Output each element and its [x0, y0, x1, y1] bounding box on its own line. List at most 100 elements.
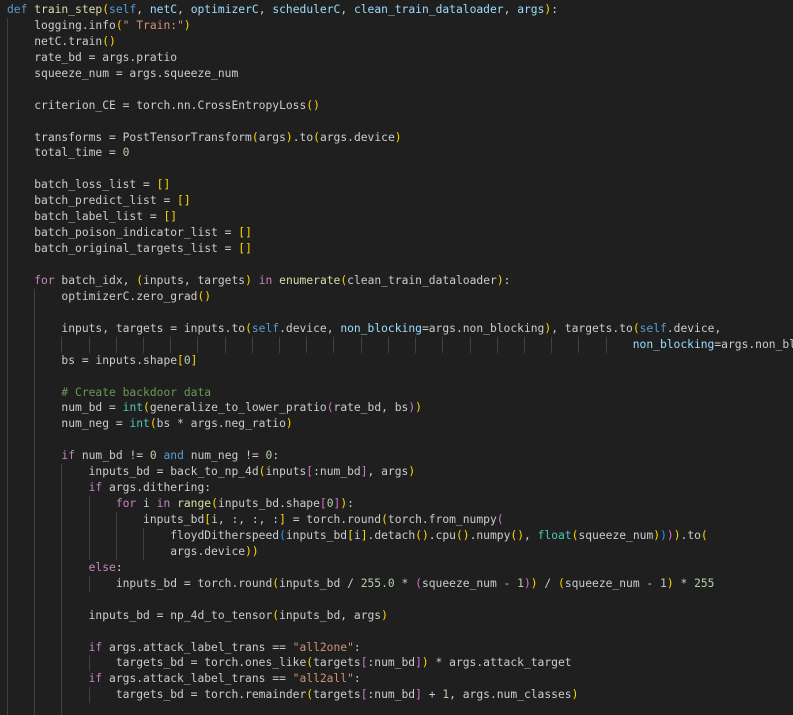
code-line[interactable]: batch_label_list = [] — [7, 209, 793, 226]
code-token: ( — [245, 321, 252, 335]
code-line[interactable] — [7, 623, 793, 640]
indent-guide — [61, 543, 63, 560]
code-token: "all2all" — [292, 672, 354, 686]
indent-guide — [551, 336, 553, 353]
code-line[interactable] — [7, 257, 793, 273]
code-line[interactable] — [7, 113, 793, 130]
indent-guide — [34, 559, 36, 576]
code-line[interactable] — [7, 81, 793, 98]
indent-guide — [88, 655, 90, 672]
code-token: ( — [496, 513, 504, 526]
indent-guide — [34, 432, 36, 449]
indent-guide — [34, 304, 36, 321]
code-token: 1 — [517, 576, 524, 590]
code-line[interactable] — [7, 368, 793, 385]
code-line[interactable]: inputs_bd[i, :, :, :] = torch.round(torc… — [7, 512, 793, 528]
code-line[interactable]: optimizerC.zero_grad() — [7, 288, 793, 305]
code-token: else — [88, 560, 116, 574]
code-line[interactable]: def train_step(self, netC, optimizerC, s… — [7, 2, 793, 18]
code-line[interactable]: bs = inputs.shape[0] — [7, 352, 793, 369]
indent-guide — [34, 512, 36, 528]
code-line[interactable]: num_bd = int(generalize_to_lower_pratio(… — [7, 400, 793, 417]
code-token: ( — [381, 513, 388, 526]
indent-guide — [7, 161, 8, 178]
code-token: + — [421, 688, 443, 702]
indent-guide — [34, 288, 36, 305]
code-line[interactable]: if args.attack_label_trans == "all2all": — [7, 671, 793, 688]
code-token: 0 — [183, 353, 191, 367]
code-token: .detach — [367, 528, 416, 542]
code-line[interactable]: batch_loss_list = [] — [7, 177, 793, 194]
code-token: , — [258, 3, 273, 16]
code-line[interactable]: criterion_CE = torch.nn.CrossEntropyLoss… — [7, 97, 793, 114]
code-line[interactable]: logging.info(" Train:") — [7, 17, 793, 34]
code-token: inputs, targets — [143, 273, 246, 287]
code-line[interactable]: for i in range(inputs_bd.shape[0]): — [7, 496, 793, 512]
code-token: ) — [415, 401, 422, 415]
code-token: ] — [190, 353, 198, 367]
code-line[interactable]: non_blocking=args.non_blocking) — [7, 336, 793, 353]
code-line[interactable]: else: — [7, 559, 793, 576]
code-line[interactable] — [7, 591, 793, 608]
code-line[interactable]: transforms = PostTensorTransform(args).t… — [7, 129, 793, 146]
indent-guide — [34, 527, 36, 544]
code-line[interactable]: inputs, targets = inputs.to(self.device,… — [7, 320, 793, 337]
indent-guide — [7, 512, 8, 528]
code-token: ] — [279, 513, 286, 526]
indent-guide — [469, 336, 471, 353]
code-token: args.attack_label_trans == — [102, 640, 293, 654]
code-token: in — [258, 273, 273, 287]
code-token: * args.attack_target — [428, 656, 572, 670]
code-token: ) — [666, 528, 674, 542]
code-line[interactable] — [7, 432, 793, 449]
code-token: ) — [571, 688, 579, 702]
code-line[interactable]: batch_original_targets_list = [] — [7, 241, 793, 257]
code-line[interactable]: inputs_bd = back_to_np_4d(inputs[:num_bd… — [7, 464, 793, 481]
code-line[interactable]: # Create backdoor data — [7, 384, 793, 401]
code-token: inputs_bd — [143, 513, 205, 526]
code-line[interactable] — [7, 161, 793, 178]
code-line[interactable]: squeeze_num = args.squeeze_num — [7, 65, 793, 82]
code-token: [ — [360, 656, 368, 670]
code-area[interactable]: def train_step(self, netC, optimizerC, s… — [7, 2, 793, 715]
code-line[interactable]: args.device)) — [7, 543, 793, 560]
code-line[interactable]: for batch_idx, (inputs, targets) in enum… — [7, 272, 793, 289]
code-token: args.attack_label_trans == — [102, 672, 293, 686]
code-line[interactable]: num_neg = int(bs * args.neg_ratio) — [7, 416, 793, 433]
code-token: = torch.round — [285, 513, 382, 526]
code-line[interactable]: batch_poison_indicator_list = [] — [7, 225, 793, 242]
code-line[interactable]: inputs_bd = torch.round (inputs_bd / 255.… — [7, 575, 793, 592]
code-line[interactable]: floydDitherspeed(inputs_bd[i].detach().c… — [7, 527, 793, 544]
code-line[interactable] — [7, 304, 793, 321]
code-token: , args — [367, 465, 409, 479]
code-line[interactable] — [7, 703, 793, 715]
code-line[interactable]: total_time = 0 — [7, 145, 793, 162]
code-token: int — [129, 417, 150, 431]
code-line[interactable]: targets_bd = torch.remainder(targets[:nu… — [7, 687, 793, 704]
code-token: 0 — [122, 146, 130, 160]
indent-guide — [34, 368, 36, 385]
indent-guide — [7, 33, 8, 50]
indent-guide — [306, 336, 308, 353]
code-line[interactable]: if args.dithering: — [7, 480, 793, 497]
code-line[interactable]: targets_bd = torch.ones_like(targets[:nu… — [7, 655, 793, 672]
indent-guide — [170, 336, 172, 353]
code-editor[interactable]: def train_step(self, netC, optimizerC, s… — [0, 0, 793, 715]
code-token: inputs_bd.shape — [217, 497, 320, 511]
code-line[interactable]: inputs_bd = np_4d_to_tensor(inputs_bd, a… — [7, 607, 793, 624]
code-line[interactable]: netC.train() — [7, 33, 793, 50]
indent-guide — [605, 336, 607, 353]
code-line[interactable]: rate_bd = args.pratio — [7, 49, 793, 66]
code-token: optimizerC.zero_grad — [61, 289, 198, 303]
indent-guide — [7, 209, 8, 226]
indent-guide — [88, 687, 90, 704]
code-token: / — [537, 576, 558, 590]
code-line[interactable]: batch_predict_list = [] — [7, 193, 793, 210]
code-line[interactable]: if args.attack_label_trans == "all2one": — [7, 639, 793, 656]
code-token: ) — [421, 656, 429, 670]
indent-guide — [197, 336, 199, 353]
code-token: .device, — [279, 321, 341, 335]
code-line[interactable]: if num_bd != 0 and num_neg != 0: — [7, 448, 793, 465]
code-token: 255 — [694, 576, 715, 590]
